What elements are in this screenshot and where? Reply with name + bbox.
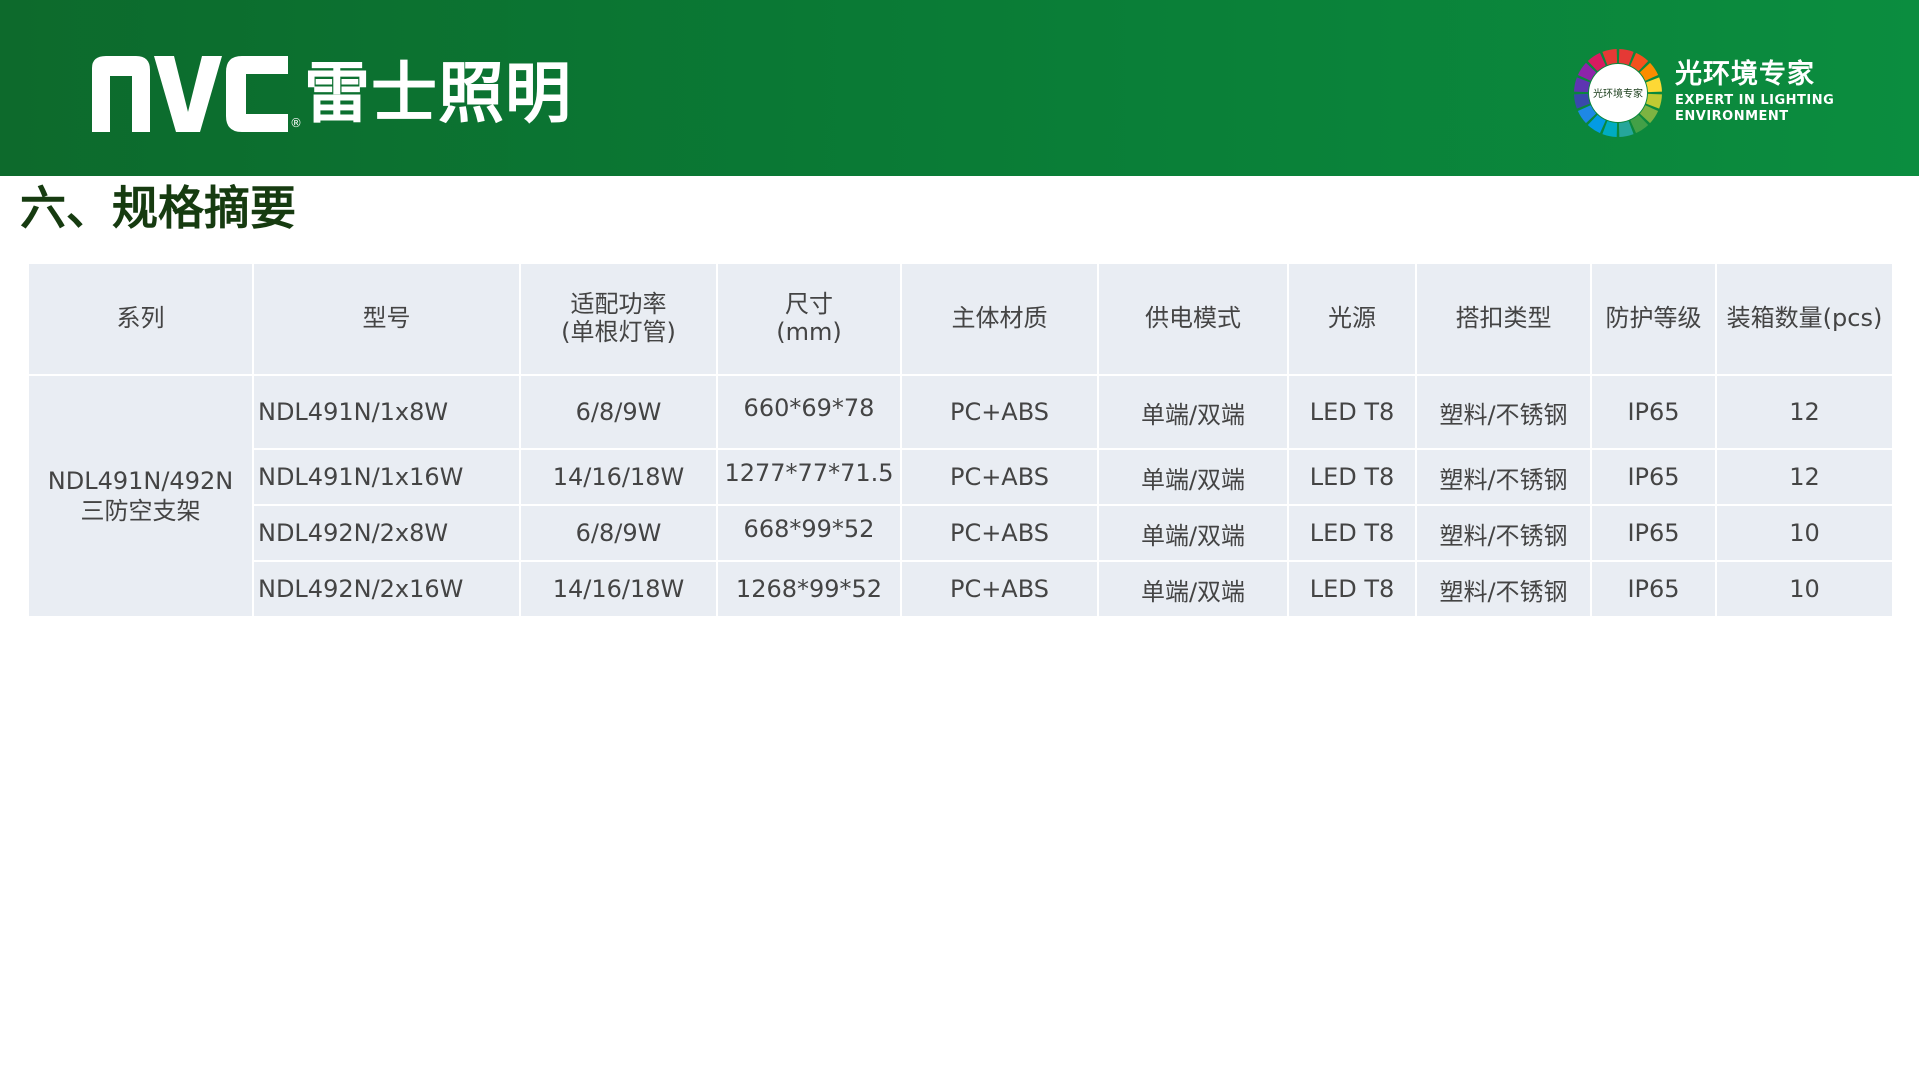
clip-cell: 塑料/不锈钢: [1416, 375, 1592, 450]
expert-badge: 光环境专家 光环境专家 EXPERT IN LIGHTING ENVIRONME…: [1573, 48, 1834, 138]
model-cell: NDL491N/1x16W: [253, 449, 521, 506]
brand-name: 雷士照明: [304, 55, 572, 132]
supply-cell: 单端/双端: [1098, 449, 1289, 506]
header-model: 型号: [253, 264, 521, 376]
header-size: 尺寸 (mm): [717, 264, 902, 376]
header-banner: ® 雷士照明 光环境专家 光环境专家 EXPERT IN LIGHTING EN…: [0, 0, 1919, 176]
size-value: 668*99*52: [743, 515, 875, 543]
ip-cell: IP65: [1591, 505, 1717, 562]
ip-cell: IP65: [1591, 375, 1717, 450]
qty-cell: 12: [1716, 449, 1894, 506]
wheel-segment: [1646, 93, 1662, 109]
header-power: 适配功率 (单根灯管): [520, 264, 718, 376]
table-header-row: 系列 型号 适配功率 (单根灯管) 尺寸 (mm) 主体材质 供电模式 光源 搭…: [29, 264, 1894, 376]
material-cell: PC+ABS: [901, 505, 1099, 562]
clip-cell: 塑料/不锈钢: [1416, 505, 1592, 562]
header-ip: 防护等级: [1591, 264, 1717, 376]
qty-cell: 10: [1716, 505, 1894, 562]
page-title: 六、规格摘要: [20, 181, 296, 235]
expert-title: 光环境专家: [1675, 59, 1815, 91]
header-size-line2: (mm): [776, 318, 842, 346]
material-cell: PC+ABS: [901, 449, 1099, 506]
power-cell: 6/8/9W: [520, 505, 718, 562]
brand-logo: ® 雷士照明: [92, 52, 572, 136]
spec-table: 系列 型号 适配功率 (单根灯管) 尺寸 (mm) 主体材质 供电模式 光源 搭…: [29, 264, 1894, 618]
power-cell: 14/16/18W: [520, 449, 718, 506]
color-wheel-icon: 光环境专家: [1574, 49, 1662, 137]
ip-cell: IP65: [1591, 449, 1717, 506]
wheel-segment: [1574, 93, 1590, 109]
model-cell: NDL492N/2x8W: [253, 505, 521, 562]
size-value: 660*69*78: [743, 394, 875, 422]
wheel-segment: [1602, 49, 1618, 65]
table-row: NDL491N/1x16W 14/16/18W 1277*77*71.5 PC+…: [29, 449, 1894, 506]
supply-cell: 单端/双端: [1098, 375, 1289, 450]
size-cell: 660*69*78: [717, 375, 902, 450]
size-cell: 1277*77*71.5: [717, 449, 902, 506]
clip-cell: 塑料/不锈钢: [1416, 561, 1592, 618]
material-cell: PC+ABS: [901, 375, 1099, 450]
registered-mark: ®: [290, 116, 302, 130]
material-cell: PC+ABS: [901, 561, 1099, 618]
series-desc: 三防空支架: [80, 497, 201, 525]
header-qty: 装箱数量(pcs): [1716, 264, 1894, 376]
size-cell: 1268*99*52: [717, 561, 902, 618]
badge-text: 光环境专家: [1593, 87, 1643, 100]
size-value: 1277*77*71.5: [724, 459, 894, 487]
supply-cell: 单端/双端: [1098, 561, 1289, 618]
header-clip: 搭扣类型: [1416, 264, 1592, 376]
wheel-segment: [1602, 121, 1618, 137]
expert-subtitle-line1: EXPERT IN LIGHTING: [1675, 93, 1835, 109]
source-cell: LED T8: [1288, 561, 1417, 618]
table-row: NDL492N/2x16W 14/16/18W 1268*99*52 PC+AB…: [29, 561, 1894, 618]
header-supply: 供电模式: [1098, 264, 1289, 376]
header-power-line2: (单根灯管): [561, 318, 676, 346]
power-cell: 6/8/9W: [520, 375, 718, 450]
supply-cell: 单端/双端: [1098, 505, 1289, 562]
source-cell: LED T8: [1288, 505, 1417, 562]
table-row: NDL491N/492N 三防空支架 NDL491N/1x8W 6/8/9W 6…: [29, 375, 1894, 618]
header-material: 主体材质: [901, 264, 1099, 376]
header-power-line1: 适配功率: [570, 290, 667, 319]
series-name: NDL491N/492N: [47, 467, 234, 495]
source-cell: LED T8: [1288, 449, 1417, 506]
expert-subtitle-line2: ENVIRONMENT: [1675, 109, 1789, 125]
series-cell: NDL491N/492N 三防空支架: [29, 375, 254, 618]
qty-cell: 10: [1716, 561, 1894, 618]
model-cell: NDL491N/1x8W: [253, 375, 521, 450]
clip-cell: 塑料/不锈钢: [1416, 449, 1592, 506]
header-source: 光源: [1288, 264, 1417, 376]
table-row: NDL492N/2x8W 6/8/9W 668*99*52 PC+ABS 单端/…: [29, 505, 1894, 562]
wheel-segment: [1646, 77, 1662, 93]
qty-cell: 12: [1716, 375, 1894, 450]
header-series: 系列: [29, 264, 254, 376]
ip-cell: IP65: [1591, 561, 1717, 618]
source-cell: LED T8: [1288, 375, 1417, 450]
nvc-logo-icon: [92, 56, 288, 132]
model-cell: NDL492N/2x16W: [253, 561, 521, 618]
header-size-line1: 尺寸: [785, 290, 833, 319]
size-cell: 668*99*52: [717, 505, 902, 562]
wheel-segment: [1574, 77, 1590, 93]
wheel-segment: [1618, 49, 1634, 65]
size-value: 1268*99*52: [735, 575, 883, 603]
power-cell: 14/16/18W: [520, 561, 718, 618]
wheel-segment: [1618, 121, 1634, 137]
